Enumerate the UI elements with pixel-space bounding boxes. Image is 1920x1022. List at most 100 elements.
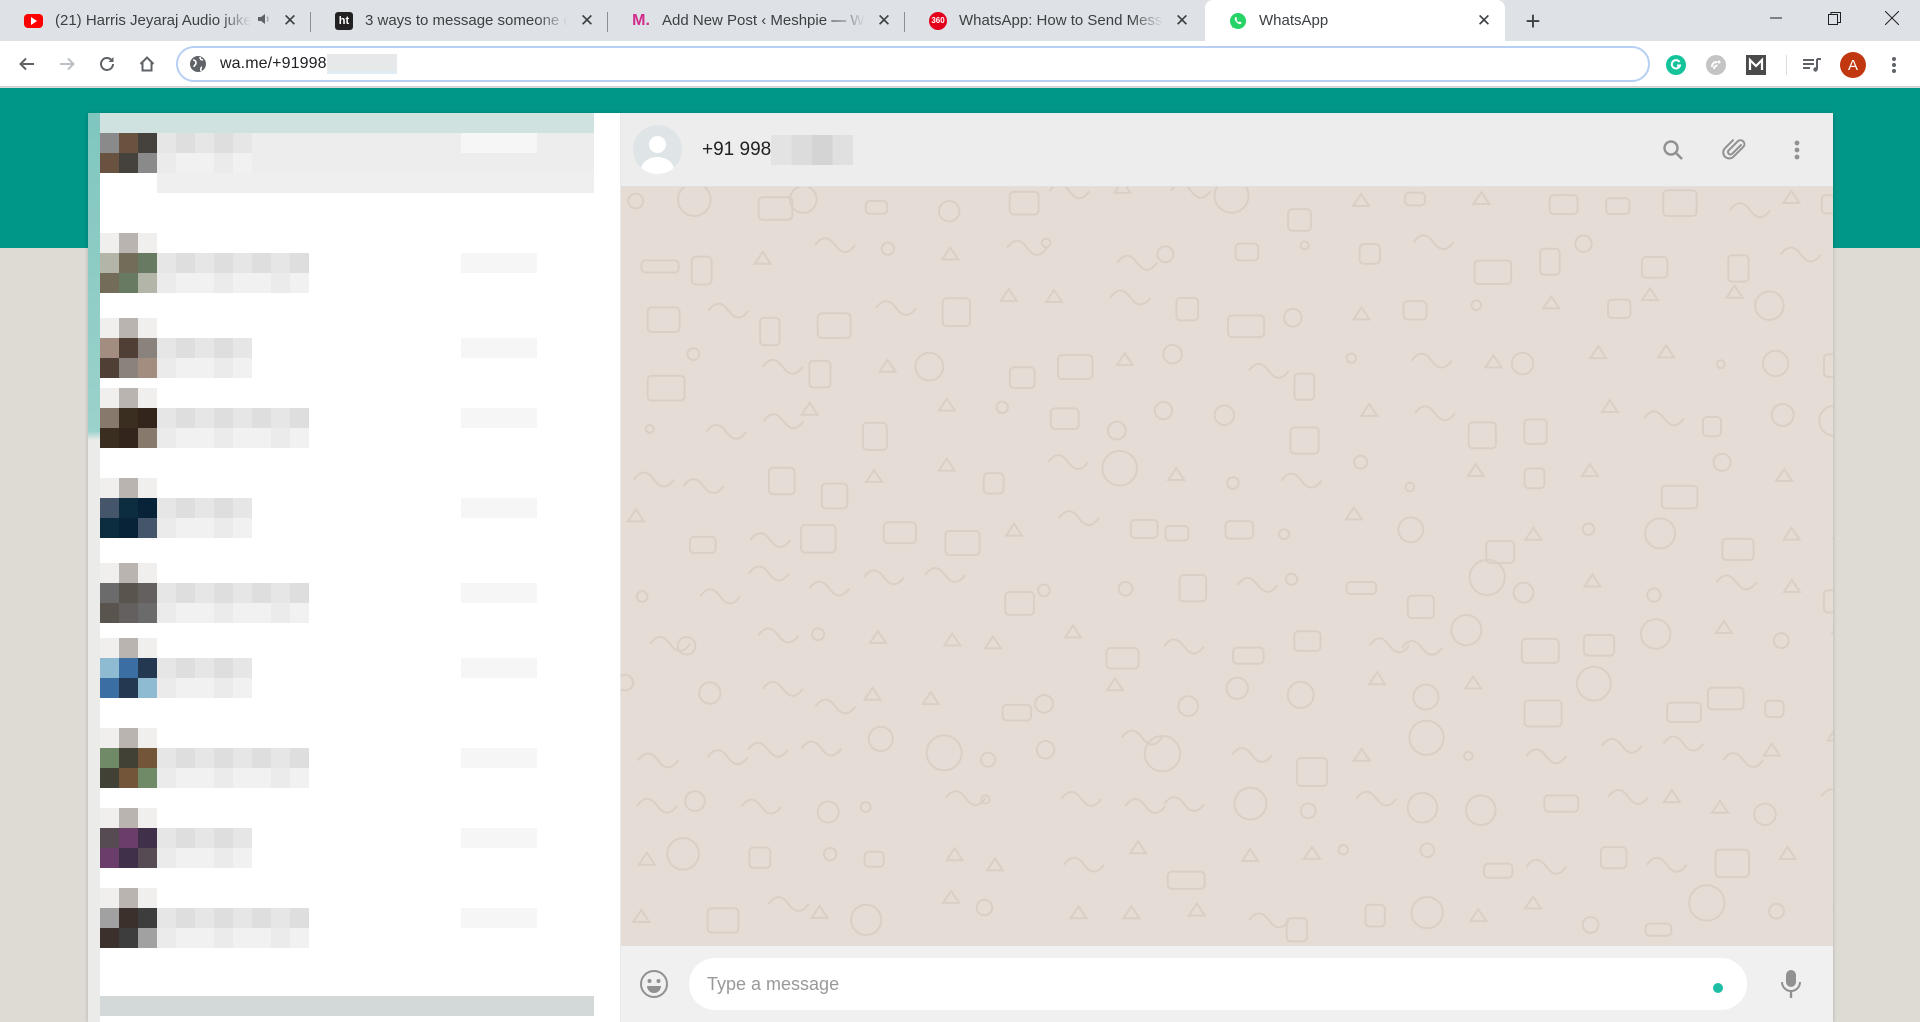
mosaic-block — [575, 113, 594, 133]
extension-gray-icon[interactable] — [1704, 53, 1728, 77]
close-tab-icon[interactable]: ✕ — [578, 11, 596, 30]
close-tab-icon[interactable]: ✕ — [281, 11, 299, 30]
minimize-button[interactable] — [1750, 0, 1802, 36]
doodle-shape — [1483, 862, 1514, 879]
contact-name[interactable]: +91 998 — [702, 134, 854, 165]
restore-button[interactable] — [1808, 0, 1860, 36]
mosaic-block — [176, 658, 195, 678]
mosaic-block — [138, 808, 157, 828]
close-tab-icon[interactable]: ✕ — [875, 11, 893, 30]
media-control-icon[interactable] — [1800, 53, 1824, 77]
mosaic-block — [271, 768, 290, 788]
mosaic-block — [556, 153, 575, 173]
mosaic-block — [195, 848, 214, 868]
mosaic-block — [119, 828, 138, 848]
mosaic-block — [499, 133, 518, 153]
audio-playing-icon[interactable] — [257, 13, 271, 28]
chrome-menu-icon[interactable] — [1882, 53, 1906, 77]
mosaic-block — [157, 748, 176, 768]
mosaic-block — [309, 133, 328, 153]
reload-button[interactable] — [92, 49, 122, 79]
search-icon[interactable] — [1653, 130, 1693, 170]
microphone-icon[interactable] — [1769, 962, 1813, 1006]
mosaic-block — [157, 583, 176, 603]
mosaic-block — [119, 273, 138, 293]
address-bar[interactable]: wa.me/+91998 — [176, 46, 1650, 82]
mosaic-block — [252, 748, 271, 768]
mosaic-block — [100, 273, 119, 293]
doodle-shape — [640, 259, 680, 274]
tab-ht[interactable]: ht 3 ways to message someone on WhatsApp… — [311, 0, 608, 41]
emoji-icon[interactable] — [637, 967, 671, 1001]
mosaic-block — [328, 153, 347, 173]
doodle-shape — [759, 316, 781, 347]
doodle-shape — [1057, 354, 1094, 380]
mosaic-block — [100, 638, 119, 658]
doodle-shape — [1727, 254, 1750, 283]
mosaic-block — [252, 133, 271, 153]
mosaic-block — [138, 113, 157, 133]
chat-list-sidebar[interactable] — [88, 113, 621, 1022]
close-tab-icon[interactable]: ✕ — [1475, 11, 1493, 30]
doodle-shape — [1782, 578, 1802, 593]
mosaic-block — [290, 173, 309, 193]
doodle-shape — [1280, 472, 1323, 489]
tab-gadgets360[interactable]: 360 WhatsApp: How to Send Messages ✕ — [905, 0, 1203, 41]
close-window-button[interactable] — [1866, 0, 1918, 36]
mosaic-block — [461, 583, 480, 603]
doodle-shape — [1293, 372, 1316, 401]
mosaic-block — [214, 358, 233, 378]
mosaic-block — [176, 828, 195, 848]
doodle-shape — [1715, 359, 1726, 370]
doodle-shape — [1548, 194, 1579, 216]
menu-icon[interactable] — [1777, 130, 1817, 170]
doodle-shape — [698, 681, 722, 705]
mosaic-block — [214, 253, 233, 273]
mosaic-block — [138, 928, 157, 948]
grammarly-indicator-dot[interactable] — [1713, 983, 1723, 993]
mosaic-block — [138, 996, 157, 1016]
doodle-shape — [1404, 191, 1426, 207]
mosaic-block — [290, 273, 309, 293]
message-input[interactable]: Type a message — [689, 958, 1747, 1010]
doodle-shape — [882, 521, 917, 545]
home-button[interactable] — [132, 49, 162, 79]
doodle-shape — [635, 590, 649, 603]
tab-meshpie[interactable]: M. Add New Post ‹ Meshpie — WordPress ✕ — [608, 0, 905, 41]
doodle-shape — [747, 741, 789, 758]
mosaic-block — [252, 996, 271, 1016]
mosaic-block — [100, 518, 119, 538]
doodle-shape — [1351, 746, 1372, 762]
mosaic-block — [290, 928, 309, 948]
mosaic-block — [100, 728, 119, 748]
mosaic-block — [195, 603, 214, 623]
tab-whatsapp[interactable]: WhatsApp ✕ — [1205, 0, 1505, 41]
mosaic-block — [385, 153, 404, 173]
attach-icon[interactable] — [1715, 130, 1755, 170]
mosaic-block — [119, 848, 138, 868]
doodle-shape — [864, 200, 889, 215]
doodle-shape — [822, 846, 838, 862]
profile-avatar[interactable]: A — [1840, 52, 1866, 78]
globe-icon[interactable] — [188, 54, 208, 74]
mosaic-block — [176, 848, 195, 868]
doodle-shape — [995, 400, 1009, 415]
tab-youtube[interactable]: (21) Harris Jeyaraj Audio jukebox ✕ — [0, 0, 311, 41]
back-button[interactable] — [12, 49, 42, 79]
doodle-shape — [1463, 750, 1474, 762]
doodle-shape — [1525, 748, 1567, 765]
redacted-number — [771, 134, 854, 165]
doodle-shape — [1820, 788, 1833, 797]
doodle-shape — [1345, 352, 1358, 364]
grammarly-icon[interactable] — [1664, 53, 1688, 77]
close-tab-icon[interactable]: ✕ — [1173, 11, 1191, 30]
new-tab-button[interactable]: + — [1518, 6, 1548, 36]
mosaic-block — [347, 153, 366, 173]
mosaic-block — [252, 908, 271, 928]
mosaic-block — [100, 748, 119, 768]
mosaic-block — [100, 153, 119, 173]
m-extension-icon[interactable] — [1744, 53, 1768, 77]
mosaic-block — [157, 658, 176, 678]
contact-avatar[interactable] — [633, 125, 682, 174]
forward-button[interactable] — [52, 49, 82, 79]
